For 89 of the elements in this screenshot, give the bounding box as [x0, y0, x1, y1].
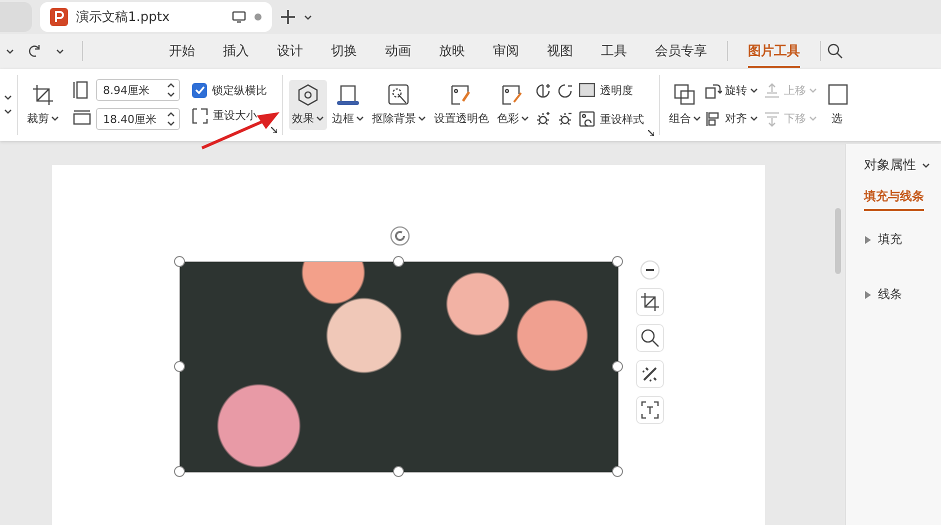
picture-brush-icon[interactable] — [502, 84, 524, 106]
menu-tab[interactable]: 审阅 — [493, 34, 519, 68]
menu-tab[interactable]: 会员专享 — [655, 34, 707, 68]
spinner-icon[interactable] — [167, 82, 175, 98]
select-button[interactable]: 选 — [823, 80, 851, 130]
resize-handle[interactable] — [612, 361, 623, 372]
search-icon[interactable] — [827, 43, 843, 60]
spinner-icon[interactable] — [167, 111, 175, 128]
remove-background-icon[interactable] — [388, 84, 410, 106]
menu-tab[interactable]: 视图 — [547, 34, 573, 68]
caret-icon[interactable] — [418, 114, 426, 122]
scrollbar[interactable] — [835, 208, 841, 274]
section-header[interactable]: 填充 — [864, 231, 941, 248]
magic-wand-button[interactable] — [636, 360, 664, 388]
collapse-icon[interactable] — [640, 260, 660, 280]
panel-title[interactable]: 对象属性 — [864, 156, 916, 174]
caret-icon[interactable] — [356, 114, 364, 122]
monitor-icon[interactable] — [232, 11, 246, 24]
caret-icon[interactable] — [56, 48, 64, 55]
menu-tab[interactable]: 设计 — [277, 34, 303, 68]
zoom-button[interactable] — [636, 324, 664, 352]
group-icon[interactable] — [674, 84, 696, 106]
border-button[interactable]: 边框 — [329, 80, 367, 130]
picture-brush-icon[interactable] — [450, 84, 472, 106]
caret-icon[interactable] — [750, 115, 758, 122]
section-header[interactable]: 线条 — [864, 286, 941, 303]
caret-right-icon[interactable] — [864, 236, 872, 244]
caret-icon[interactable] — [304, 14, 312, 21]
menu-tab[interactable]: 切换 — [331, 34, 357, 68]
size-field[interactable]: 8.94厘米 — [96, 79, 180, 102]
redo-icon[interactable] — [28, 44, 42, 58]
resize-handle[interactable] — [393, 256, 404, 267]
text-recognition-button[interactable] — [636, 396, 664, 424]
menu-tab[interactable]: 插入 — [223, 34, 249, 68]
contrast-up-icon[interactable] — [535, 82, 551, 99]
dot-icon[interactable] — [254, 13, 262, 22]
resize-handle[interactable] — [612, 256, 623, 267]
crop-button[interactable] — [636, 288, 664, 316]
remove-bg-button[interactable]: 抠除背景 — [369, 80, 429, 130]
menu-tab[interactable]: 动画 — [385, 34, 411, 68]
menu-tab[interactable]: 放映 — [439, 34, 465, 68]
size-field[interactable]: 18.40厘米 — [96, 108, 180, 130]
brightness-down-icon[interactable] — [557, 110, 573, 127]
caret-icon[interactable] — [922, 162, 930, 168]
resize-handle[interactable] — [393, 466, 404, 477]
menu-tab[interactable]: 开始 — [169, 34, 195, 68]
caret-icon[interactable] — [750, 87, 758, 94]
effect-button[interactable]: 效果 — [289, 80, 327, 130]
align-button[interactable]: 对齐 — [705, 108, 758, 130]
caret-icon[interactable] — [521, 114, 529, 122]
check-icon — [194, 86, 204, 94]
crop-label: 裁剪 — [27, 110, 49, 126]
reset-size-button[interactable]: 重设大小 — [192, 104, 267, 127]
dialog-launcher-icon[interactable] — [648, 130, 654, 136]
select-icon[interactable] — [826, 84, 848, 106]
contrast-down-icon[interactable] — [557, 82, 573, 99]
crop-icon[interactable] — [32, 84, 54, 106]
rotate-button[interactable]: 旋转 — [705, 80, 758, 102]
caret-icon[interactable] — [316, 114, 324, 122]
panel-tab[interactable]: 填充与线条 — [864, 188, 924, 211]
brightness-up-icon[interactable] — [535, 110, 551, 127]
picture-reset-icon[interactable] — [579, 111, 595, 128]
resize-handle[interactable] — [174, 256, 185, 267]
resize-handle[interactable] — [174, 361, 185, 372]
resize-handle[interactable] — [174, 466, 185, 477]
rotate-icon[interactable] — [705, 82, 722, 99]
checkbox[interactable] — [192, 82, 207, 98]
transparent-button[interactable]: 设置透明色 — [431, 80, 492, 130]
tab-title: 演示文稿1.pptx — [76, 9, 171, 26]
caret-icon[interactable] — [6, 48, 14, 55]
checkbox-label: 锁定纵横比 — [212, 82, 267, 98]
group-button[interactable]: 组合 — [666, 80, 704, 130]
dialog-launcher-icon[interactable] — [271, 126, 277, 133]
caret-icon[interactable] — [51, 114, 59, 122]
menu-tab[interactable]: 工具 — [601, 34, 627, 68]
resize-handle[interactable] — [612, 466, 623, 477]
color-button[interactable]: 色彩 — [494, 80, 532, 130]
document-tab[interactable]: 演示文稿1.pptx — [40, 2, 272, 32]
presentation-file-icon[interactable] — [50, 8, 68, 26]
border-icon[interactable] — [337, 84, 359, 106]
checkerboard-icon[interactable] — [579, 83, 595, 98]
plus-icon[interactable] — [280, 9, 296, 26]
transparency-button[interactable]: 透明度 — [579, 79, 644, 102]
reset-style-button[interactable]: 重设样式 — [579, 108, 644, 130]
caret-icon[interactable] — [693, 114, 701, 122]
resize-icon[interactable] — [192, 108, 208, 124]
rotate-handle-icon[interactable] — [390, 226, 410, 246]
crop-button[interactable]: 裁剪 — [24, 80, 62, 130]
caret-right-icon[interactable] — [864, 290, 872, 298]
